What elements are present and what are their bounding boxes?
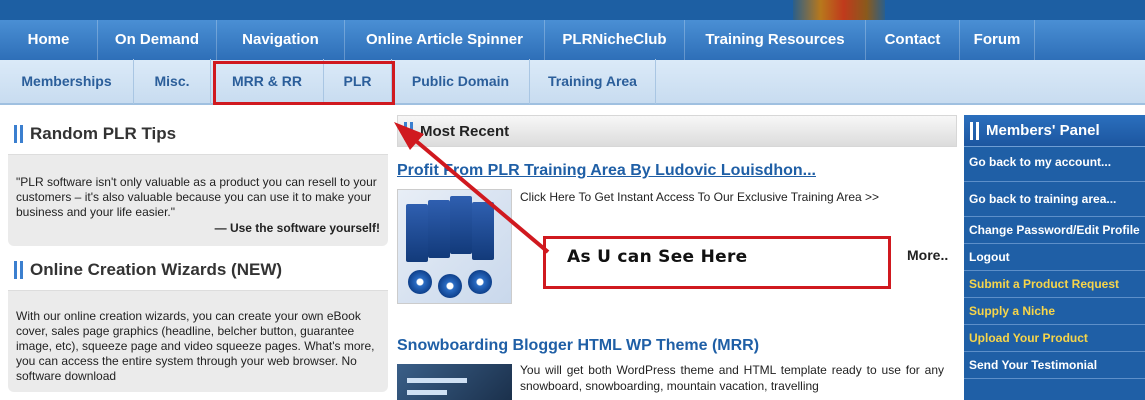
post1-title-link[interactable]: Profit From PLR Training Area By Ludovic… <box>397 162 957 180</box>
nav-plrnicheclub[interactable]: PLRNicheClub <box>545 20 685 60</box>
post2-title-link[interactable]: Snowboarding Blogger HTML WP Theme (MRR) <box>397 337 957 355</box>
left-column: Random PLR Tips "PLR software isn't only… <box>8 114 388 392</box>
nav-navigation[interactable]: Navigation <box>217 20 345 60</box>
bars-icon <box>14 261 23 279</box>
members-link-change-password[interactable]: Change Password/Edit Profile <box>964 217 1145 244</box>
members-link-logout[interactable]: Logout <box>964 244 1145 271</box>
wizards-text: With our online creation wizards, you ca… <box>16 309 375 383</box>
nav-training-resources[interactable]: Training Resources <box>685 20 866 60</box>
nav-forum[interactable]: Forum <box>960 20 1035 60</box>
nav-on-demand[interactable]: On Demand <box>98 20 217 60</box>
main-nav: Home On Demand Navigation Online Article… <box>0 20 1145 60</box>
more-link[interactable]: More.. <box>907 247 948 263</box>
annotation-callout: As U can See Here <box>543 236 891 289</box>
sub-nav: Memberships Misc. MRR & RR PLR Public Do… <box>0 59 1145 105</box>
post2-text: You will get both WordPress theme and HT… <box>520 363 944 393</box>
post2-thumbnail[interactable] <box>397 364 512 400</box>
members-link-training-area[interactable]: Go back to training area... <box>964 182 1145 217</box>
subnav-memberships[interactable]: Memberships <box>0 59 134 104</box>
wizards-panel: With our online creation wizards, you ca… <box>8 290 388 392</box>
tips-title: Random PLR Tips <box>30 124 177 143</box>
members-panel: Members' Panel Go back to my account... … <box>964 115 1145 400</box>
most-recent-title: Most Recent <box>420 122 510 140</box>
members-link-send-testimonial[interactable]: Send Your Testimonial <box>964 352 1145 379</box>
nav-contact[interactable]: Contact <box>866 20 960 60</box>
tips-header: Random PLR Tips <box>8 114 388 154</box>
wizards-header: Online Creation Wizards (NEW) <box>8 250 388 290</box>
bars-icon <box>970 121 979 140</box>
nav-online-article-spinner[interactable]: Online Article Spinner <box>345 20 545 60</box>
bars-icon <box>14 125 23 143</box>
tips-source: — Use the software yourself! <box>214 221 380 235</box>
post2-body: You will get both WordPress theme and HT… <box>397 363 957 400</box>
members-header: Members' Panel <box>964 115 1145 147</box>
banner-image <box>793 0 885 20</box>
subnav-misc[interactable]: Misc. <box>134 59 211 104</box>
nav-home[interactable]: Home <box>0 20 98 60</box>
subnav-training-area[interactable]: Training Area <box>530 59 656 104</box>
members-link-supply-niche[interactable]: Supply a Niche <box>964 298 1145 325</box>
bars-icon <box>404 122 413 140</box>
top-banner-strip <box>0 0 1145 20</box>
tips-text: "PLR software isn't only valuable as a p… <box>16 175 377 219</box>
members-link-account[interactable]: Go back to my account... <box>964 147 1145 182</box>
wizards-title: Online Creation Wizards (NEW) <box>30 260 283 279</box>
highlight-box <box>213 61 395 105</box>
subnav-public-domain[interactable]: Public Domain <box>392 59 530 104</box>
post1-thumbnail[interactable] <box>397 189 512 304</box>
members-link-upload-product[interactable]: Upload Your Product <box>964 325 1145 352</box>
members-title: Members' Panel <box>986 122 1100 139</box>
most-recent-header: Most Recent <box>397 115 957 147</box>
members-link-submit-request[interactable]: Submit a Product Request <box>964 271 1145 298</box>
tips-panel: "PLR software isn't only valuable as a p… <box>8 154 388 246</box>
